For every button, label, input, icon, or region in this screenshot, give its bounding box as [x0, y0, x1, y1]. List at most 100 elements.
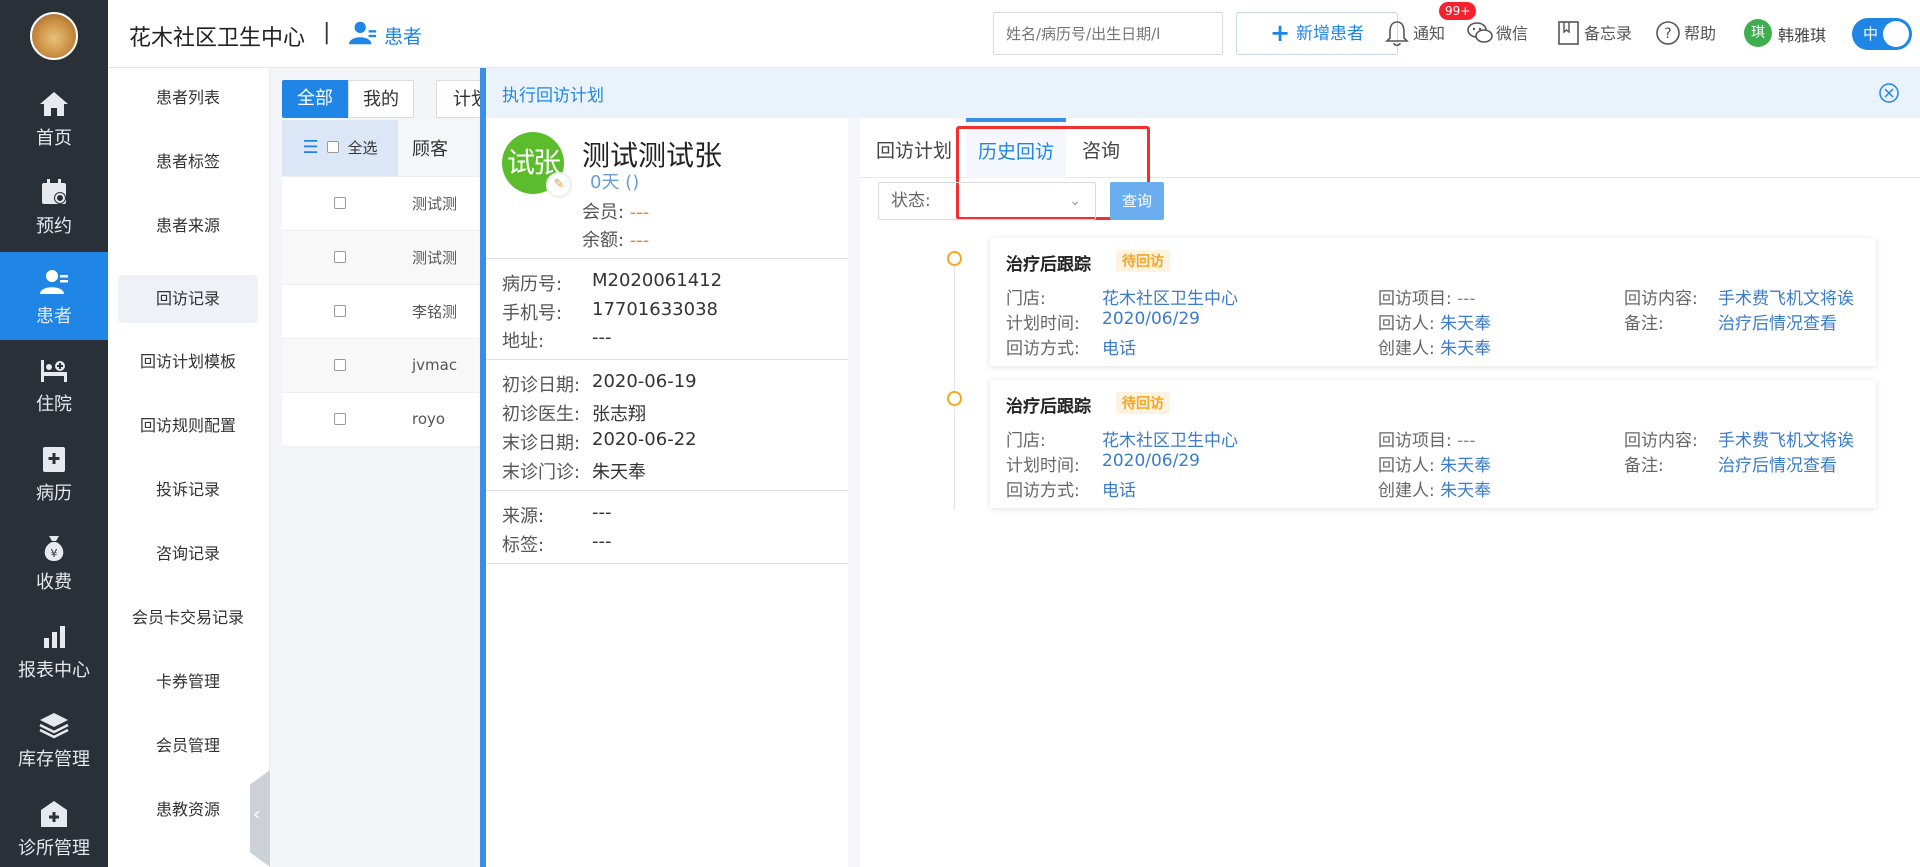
status-select[interactable]: 状态: ⌄: [878, 182, 1096, 220]
member-label: 会员:: [582, 202, 625, 223]
wechat-button[interactable]: 微信: [1466, 18, 1528, 50]
field-label: 回访人:: [1378, 456, 1435, 476]
timeline-dot: [947, 391, 962, 406]
chevron-down-icon: ⌄: [1069, 193, 1081, 209]
balance-label: 余额:: [582, 230, 625, 251]
field-value: ---: [1457, 289, 1476, 309]
field-label: 回访人:: [1378, 314, 1435, 334]
svg-text:¥: ¥: [51, 547, 58, 560]
bell-icon: [1385, 21, 1409, 47]
first-doctor-value: 张志翔: [592, 404, 646, 425]
first-visit-label: 初诊日期:: [502, 375, 581, 396]
phone-value: 17701633038: [592, 299, 718, 320]
submenu-item-followup-rules[interactable]: 回访规则配置: [118, 402, 258, 450]
row-checkbox[interactable]: [334, 358, 346, 371]
nav-item-inpatient[interactable]: 住院: [0, 340, 108, 428]
patient-table: ☰ 全选 顾客 测试测 测试测 李铭测 jvmac royo: [282, 120, 480, 447]
field-label: 回访内容:: [1624, 431, 1698, 451]
submenu-item-patient-source[interactable]: 患者来源: [118, 202, 258, 250]
edit-icon[interactable]: ✎: [546, 172, 572, 198]
submenu-item-card-transactions[interactable]: 会员卡交易记录: [118, 594, 258, 642]
submenu-item-complaints[interactable]: 投诉记录: [118, 466, 258, 514]
field-label: 回访项目:: [1378, 289, 1452, 309]
nav-item-reports[interactable]: 报表中心: [0, 606, 108, 694]
row-checkbox[interactable]: [334, 196, 346, 209]
table-row[interactable]: 李铭测: [282, 284, 480, 339]
select-all-checkbox[interactable]: [326, 141, 339, 154]
field-label: 回访项目:: [1378, 431, 1452, 451]
divider: [486, 490, 848, 491]
field-label: 回访内容:: [1624, 289, 1698, 309]
field-value: 治疗后情况查看: [1718, 456, 1837, 476]
top-bar: 花木社区卫生中心 | 患者 +新增患者 通知 99+ 微信 备忘录 ?帮助 琪 …: [108, 0, 1920, 68]
tab-followup-plan[interactable]: 回访计划: [876, 118, 952, 178]
row-checkbox[interactable]: [334, 250, 346, 263]
list-icon: ☰: [302, 137, 319, 159]
table-row[interactable]: 测试测: [282, 176, 480, 231]
last-visit-field: 末诊日期: 2020-06-22: [502, 429, 697, 455]
last-visit-value: 2020-06-22: [592, 429, 697, 450]
user-avatar[interactable]: 琪: [1744, 19, 1772, 47]
nav-label: 首页: [36, 128, 72, 149]
select-all-label: 全选: [347, 139, 378, 158]
submenu-item-education[interactable]: 患教资源: [118, 786, 258, 834]
help-button[interactable]: ? 帮助: [1654, 18, 1716, 50]
followup-record-card[interactable]: 治疗后跟踪 待回访 门店: 花木社区卫生中心 计划时间: 2020/06/29 回访…: [990, 380, 1876, 508]
nav-item-medical-record[interactable]: 病历: [0, 429, 108, 517]
tab-mine[interactable]: 我的: [348, 80, 414, 118]
content-field: 回访内容: 手术费飞机文将诶: [1624, 284, 1854, 309]
patient-search-input[interactable]: [993, 12, 1223, 55]
followup-tabs: 回访计划 历史回访 咨询: [860, 118, 1920, 220]
table-row[interactable]: 测试测: [282, 230, 480, 285]
app-logo[interactable]: [30, 12, 78, 60]
creator-field: 创建人: 朱天奉: [1378, 334, 1491, 359]
nav-item-appointment[interactable]: 预约: [0, 162, 108, 250]
followup-record-card[interactable]: 治疗后跟踪 待回访 门店: 花木社区卫生中心 计划时间: 2020/06/29 回访…: [990, 238, 1876, 366]
tag-field: 标签: ---: [502, 531, 612, 557]
method-field: 回访方式: 电话: [1006, 476, 1136, 501]
submenu-item-coupons[interactable]: 卡券管理: [118, 658, 258, 706]
table-row[interactable]: royo: [282, 392, 480, 447]
query-button[interactable]: 查询: [1110, 182, 1164, 220]
select-all-cell[interactable]: ☰ 全选: [282, 120, 398, 177]
visitor-field: 回访人: 朱天奉: [1378, 309, 1491, 334]
layers-icon: [39, 713, 69, 739]
submenu-item-consultations[interactable]: 咨询记录: [118, 530, 258, 578]
language-label: 中: [1863, 25, 1879, 43]
tab-all[interactable]: 全部: [282, 80, 348, 118]
nav-item-patient[interactable]: 患者: [0, 252, 108, 340]
nav-item-inventory[interactable]: 库存管理: [0, 695, 108, 783]
row-checkbox[interactable]: [334, 304, 346, 317]
last-clinic-label: 末诊门诊:: [502, 462, 581, 483]
source-label: 来源:: [502, 506, 545, 527]
submenu-item-members[interactable]: 会员管理: [118, 722, 258, 770]
language-toggle[interactable]: 中: [1852, 18, 1912, 50]
submenu-item-patient-tags[interactable]: 患者标签: [118, 138, 258, 186]
submenu-item-followup-records[interactable]: 回访记录: [118, 275, 258, 323]
field-label: 备注:: [1624, 314, 1664, 334]
nav-item-clinic-admin[interactable]: 诊所管理: [0, 784, 108, 867]
submenu-item-patient-list[interactable]: 患者列表: [118, 74, 258, 122]
notify-button[interactable]: 通知: [1383, 18, 1445, 50]
close-icon[interactable]: [1878, 82, 1900, 104]
content-field: 回访内容: 手术费飞机文将诶: [1624, 426, 1854, 451]
nav-item-home[interactable]: 首页: [0, 74, 108, 162]
clinic-name: 花木社区卫生中心: [129, 26, 306, 51]
submenu-item-followup-template[interactable]: 回访计划模板: [118, 338, 258, 386]
user-name[interactable]: 韩雅琪: [1778, 22, 1826, 46]
record-no-value: M2020061412: [592, 270, 723, 291]
divider: [486, 258, 848, 259]
collapse-submenu-button[interactable]: ‹: [250, 770, 270, 867]
creator-field: 创建人: 朱天奉: [1378, 476, 1491, 501]
field-label: 回访方式:: [1006, 339, 1080, 359]
source-field: 来源: ---: [502, 502, 612, 528]
field-value: 手术费飞机文将诶: [1718, 289, 1854, 309]
field-label: 创建人:: [1378, 339, 1435, 359]
member-field: 会员: ---: [582, 198, 649, 224]
memo-button[interactable]: 备忘录: [1554, 18, 1632, 50]
status-badge: 待回访: [1116, 250, 1170, 272]
add-patient-button[interactable]: + 新增患者: [1236, 12, 1398, 55]
table-row[interactable]: jvmac: [282, 338, 480, 393]
nav-item-billing[interactable]: ¥ 收费: [0, 518, 108, 606]
row-checkbox[interactable]: [334, 412, 346, 425]
